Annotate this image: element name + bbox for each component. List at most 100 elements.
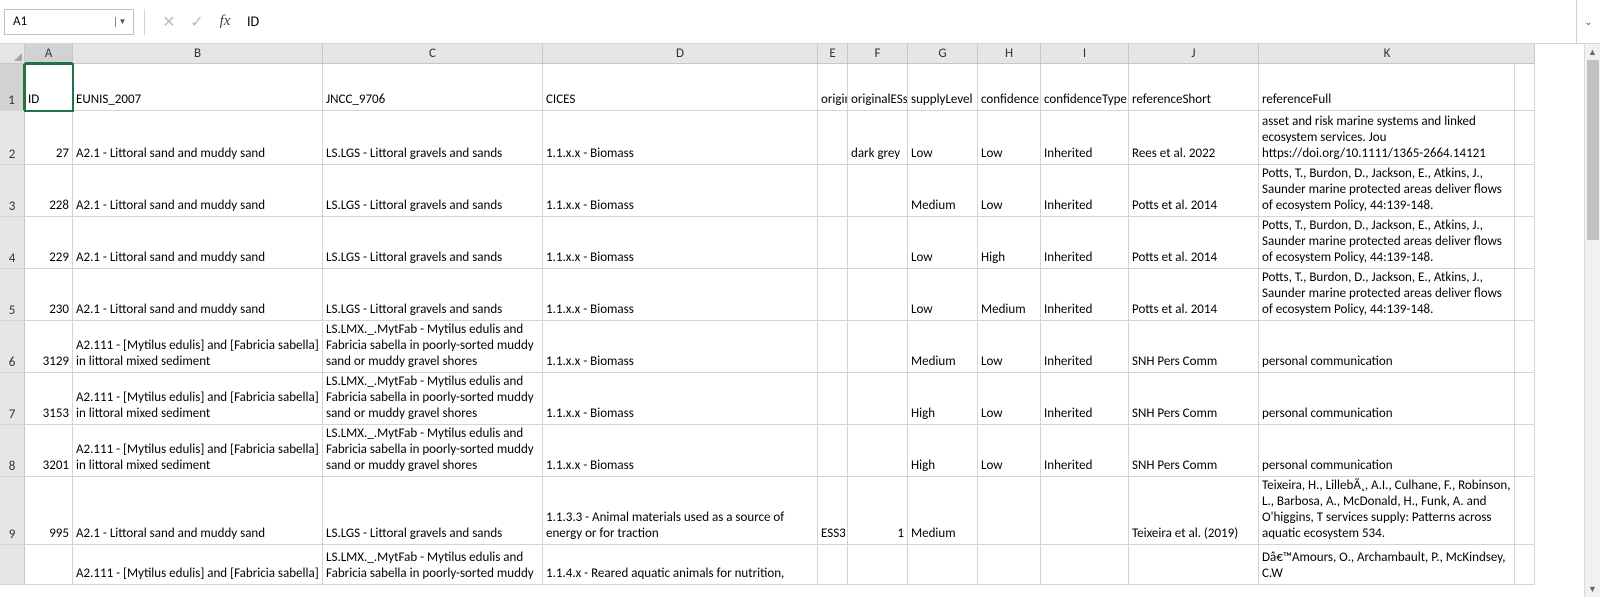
cell-C3[interactable]: LS.LGS - Littoral gravels and sands [323,165,543,217]
chevron-down-icon[interactable]: ▼ [115,17,125,27]
cell-J7[interactable]: SNH Pers Comm [1129,373,1259,425]
cell-K9[interactable]: Teixeira, H., LillebÃ¸, A.I., Culhane, F… [1259,477,1515,545]
cell-J9[interactable]: Teixeira et al. (2019) [1129,477,1259,545]
cell-B10[interactable]: A2.111 - [Mytilus edulis] and [Fabricia … [73,545,323,585]
col-header-A[interactable]: A [25,44,73,64]
cell-H5[interactable]: Medium [978,269,1041,321]
cell-B5[interactable]: A2.1 - Littoral sand and muddy sand [73,269,323,321]
row-header-8[interactable]: 8 [0,425,25,477]
cell-E8[interactable] [818,425,848,477]
expand-formula-bar-icon[interactable]: ⌄ [1576,0,1600,44]
cell-I4[interactable]: Inherited [1041,217,1129,269]
name-box[interactable]: A1 ▼ [4,9,134,35]
cell-A8[interactable]: 3201 [25,425,73,477]
cell-D5[interactable]: 1.1.x.x - Biomass [543,269,818,321]
row-header-2[interactable]: 2 [0,111,25,165]
cell-A6[interactable]: 3129 [25,321,73,373]
cell-K10[interactable]: Dâ€™Amours, O., Archambault, P., McKinds… [1259,545,1515,585]
cell-J3[interactable]: Potts et al. 2014 [1129,165,1259,217]
cell-F2[interactable]: dark grey [848,111,908,165]
cell-I2[interactable]: Inherited [1041,111,1129,165]
cell-B1[interactable]: EUNIS_2007 [73,64,323,111]
cell-G5[interactable]: Low [908,269,978,321]
cell-J6[interactable]: SNH Pers Comm [1129,321,1259,373]
row-header-9[interactable]: 9 [0,477,25,545]
cell-B2[interactable]: A2.1 - Littoral sand and muddy sand [73,111,323,165]
cell-I3[interactable]: Inherited [1041,165,1129,217]
cell-D3[interactable]: 1.1.x.x - Biomass [543,165,818,217]
cell-F9[interactable]: 1 [848,477,908,545]
cell-E4[interactable] [818,217,848,269]
col-header-H[interactable]: H [978,44,1041,64]
cell-I8[interactable]: Inherited [1041,425,1129,477]
cancel-icon[interactable]: ✕ [155,9,183,35]
cell-J10[interactable] [1129,545,1259,585]
cell-G7[interactable]: High [908,373,978,425]
cell-F10[interactable] [848,545,908,585]
cell-J2[interactable]: Rees et al. 2022 [1129,111,1259,165]
cell-F6[interactable] [848,321,908,373]
cell-E10[interactable] [818,545,848,585]
cell-K2[interactable]: Rees, S. E., Ashley, M., Cameron, A., Mu… [1259,111,1515,165]
cell-H3[interactable]: Low [978,165,1041,217]
scrollbar-track[interactable] [1585,60,1600,581]
cell-F7[interactable] [848,373,908,425]
cell-H4[interactable]: High [978,217,1041,269]
cell-F5[interactable] [848,269,908,321]
cell-C9[interactable]: LS.LGS - Littoral gravels and sands [323,477,543,545]
cell-A10[interactable] [25,545,73,585]
cell-D4[interactable]: 1.1.x.x - Biomass [543,217,818,269]
vertical-scrollbar[interactable]: ▲ ▼ [1584,44,1600,597]
cell-K3[interactable]: Potts, T., Burdon, D., Jackson, E., Atki… [1259,165,1515,217]
cell-E5[interactable] [818,269,848,321]
cell-A4[interactable]: 229 [25,217,73,269]
cell-B6[interactable]: A2.111 - [Mytilus edulis] and [Fabricia … [73,321,323,373]
col-header-K[interactable]: K [1259,44,1515,64]
cell-A3[interactable]: 228 [25,165,73,217]
cell-D2[interactable]: 1.1.x.x - Biomass [543,111,818,165]
cell-H2[interactable]: Low [978,111,1041,165]
cell-G9[interactable]: Medium [908,477,978,545]
col-header-F[interactable]: F [848,44,908,64]
cell-K1[interactable]: referenceFull [1259,64,1515,111]
cell-G10[interactable] [908,545,978,585]
cell-A1[interactable]: ID [25,64,73,111]
col-header-J[interactable]: J [1129,44,1259,64]
cell-E2[interactable] [818,111,848,165]
cell-H10[interactable] [978,545,1041,585]
cell-F3[interactable] [848,165,908,217]
cell-D9[interactable]: 1.1.3.3 - Animal materials used as a sou… [543,477,818,545]
row-header-4[interactable]: 4 [0,217,25,269]
cell-D7[interactable]: 1.1.x.x - Biomass [543,373,818,425]
cell-H7[interactable]: Low [978,373,1041,425]
cell-C1[interactable]: JNCC_9706 [323,64,543,111]
cell-I6[interactable]: Inherited [1041,321,1129,373]
cell-A7[interactable]: 3153 [25,373,73,425]
cell-D6[interactable]: 1.1.x.x - Biomass [543,321,818,373]
cell-G6[interactable]: Medium [908,321,978,373]
cell-C7[interactable]: LS.LMX._.MytFab - Mytilus edulis and Fab… [323,373,543,425]
cell-E1[interactable]: originalES [818,64,848,111]
cell-H1[interactable]: confidence [978,64,1041,111]
cell-G8[interactable]: High [908,425,978,477]
scroll-down-icon[interactable]: ▼ [1585,581,1600,597]
cell-I5[interactable]: Inherited [1041,269,1129,321]
cell-E6[interactable] [818,321,848,373]
cell-J1[interactable]: referenceShort [1129,64,1259,111]
cell-B8[interactable]: A2.111 - [Mytilus edulis] and [Fabricia … [73,425,323,477]
select-all-corner[interactable] [0,44,25,64]
cell-G1[interactable]: supplyLevel [908,64,978,111]
cell-B4[interactable]: A2.1 - Littoral sand and muddy sand [73,217,323,269]
cell-B7[interactable]: A2.111 - [Mytilus edulis] and [Fabricia … [73,373,323,425]
scroll-up-icon[interactable]: ▲ [1585,44,1600,60]
cell-B3[interactable]: A2.1 - Littoral sand and muddy sand [73,165,323,217]
col-header-B[interactable]: B [73,44,323,64]
col-header-D[interactable]: D [543,44,818,64]
cell-A5[interactable]: 230 [25,269,73,321]
cell-K6[interactable]: personal communication [1259,321,1515,373]
cell-E9[interactable]: ESS3 [818,477,848,545]
col-header-E[interactable]: E [818,44,848,64]
col-header-G[interactable]: G [908,44,978,64]
cell-G2[interactable]: Low [908,111,978,165]
enter-icon[interactable]: ✓ [183,9,211,35]
